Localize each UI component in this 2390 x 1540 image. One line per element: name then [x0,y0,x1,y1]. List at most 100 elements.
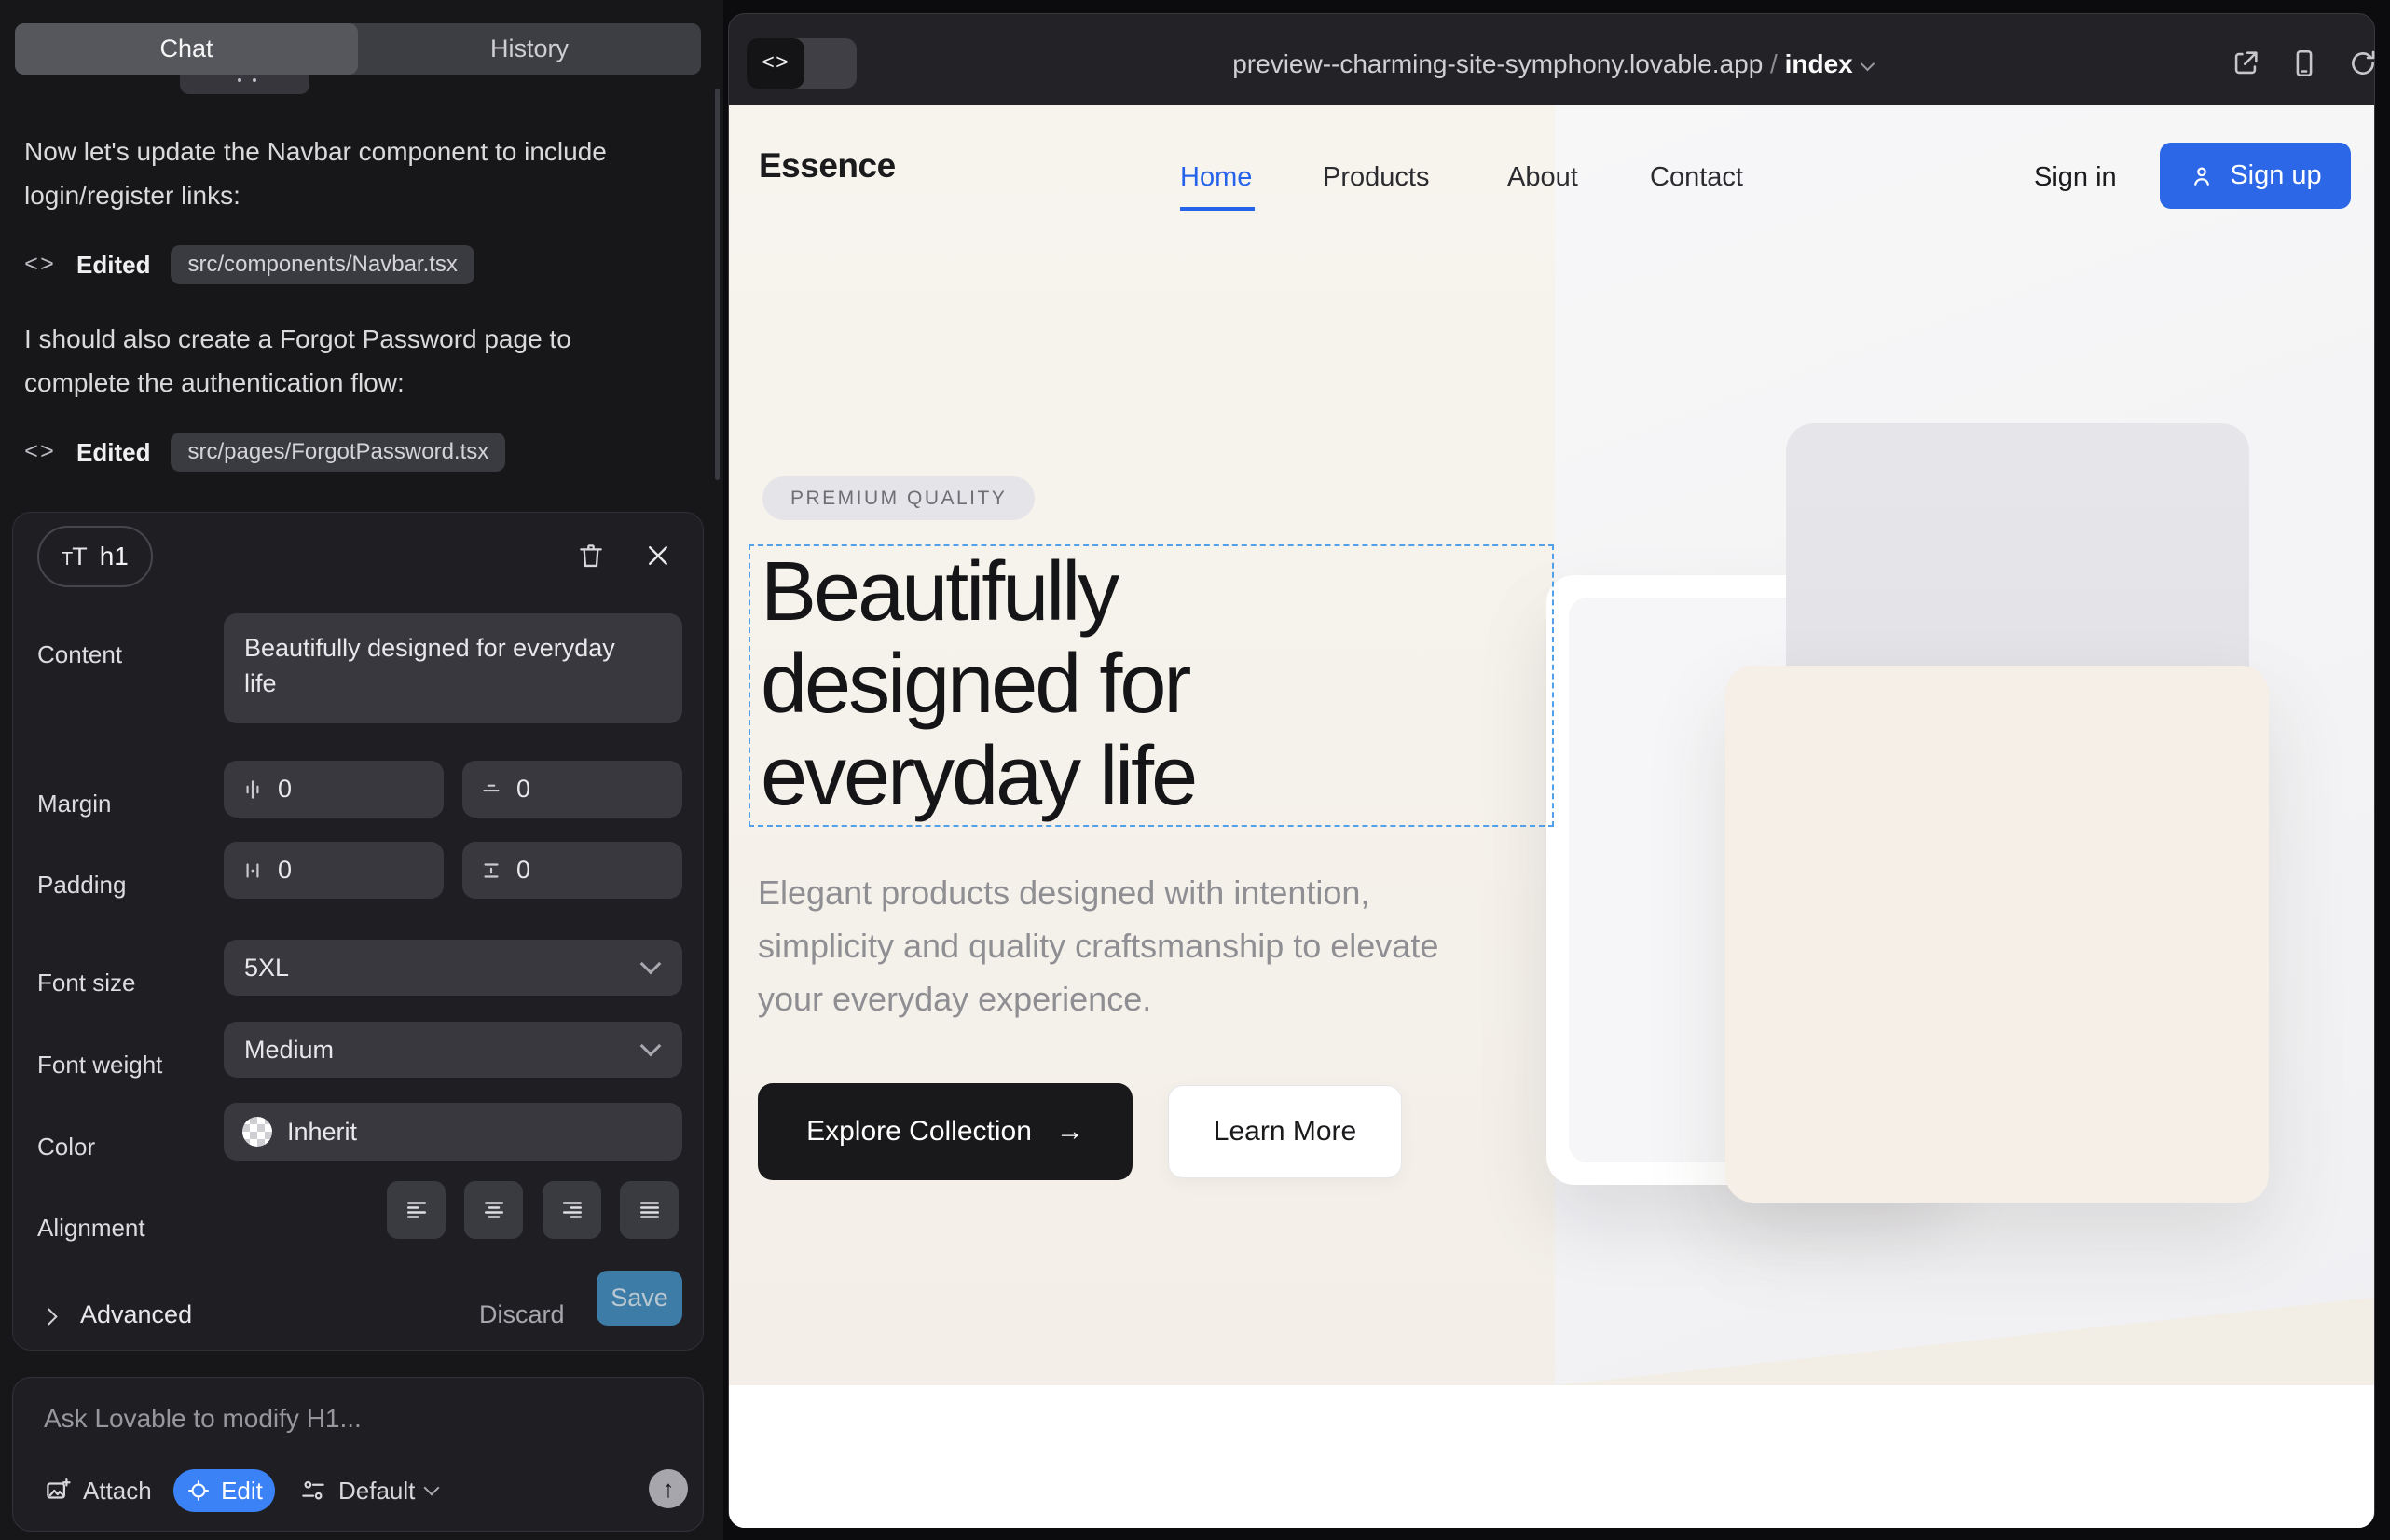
font-size-select[interactable]: 5XL [224,940,682,996]
hero-description: Elegant products designed with intention… [758,866,1485,1025]
site-brand[interactable]: Essence [759,146,896,186]
selected-element-tag: TT h1 [37,526,153,587]
edited-file-row[interactable]: <> Edited src/components/Navbar.tsx [24,244,474,285]
attach-label: Attach [83,1477,152,1506]
trash-icon [576,540,606,571]
align-left-icon [403,1196,431,1224]
decor-cream-card [1725,666,2269,1203]
refresh-icon [2347,48,2379,79]
sign-in-link[interactable]: Sign in [2034,162,2117,193]
external-link-icon [2230,48,2261,79]
tag-name: h1 [100,542,129,571]
arrow-up-icon: ↑ [663,1475,675,1504]
edit-mode-button[interactable]: Edit [173,1469,275,1512]
edited-file-row[interactable]: <> Edited src/pages/ForgotPassword.tsx [24,432,505,473]
mobile-preview-button[interactable] [2288,48,2320,79]
padding-y-icon [479,859,503,883]
clipped-chip [180,75,309,94]
explore-collection-button[interactable]: Explore Collection → [758,1083,1133,1180]
padding-x-input[interactable]: 0 [224,842,444,899]
advanced-toggle[interactable] [43,1311,55,1327]
edit-label: Edit [221,1477,263,1506]
refresh-button[interactable] [2347,48,2379,79]
site-viewport: Essence Home Products About Contact Sign… [729,105,2374,1528]
open-external-button[interactable] [2230,48,2261,79]
learn-more-button[interactable]: Learn More [1168,1085,1402,1178]
margin-y-input[interactable]: 0 [462,761,682,818]
code-icon: <> [24,252,56,279]
mode-selector[interactable]: Default [299,1469,437,1512]
edited-label: Edited [76,251,150,280]
align-left-button[interactable] [387,1181,446,1239]
h1-selection-outline[interactable]: Beautifully designed for everyday life [749,544,1554,827]
discard-button[interactable]: Discard [479,1300,565,1329]
url-host: preview--charming-site-symphony.lovable.… [1232,49,1763,78]
edited-label: Edited [76,438,150,467]
padding-y-input[interactable]: 0 [462,842,682,899]
url-bar[interactable]: preview--charming-site-symphony.lovable.… [729,49,2376,79]
url-separator: / [1763,49,1784,78]
align-center-button[interactable] [464,1181,523,1239]
file-chip[interactable]: src/pages/ForgotPassword.tsx [171,433,505,472]
chat-history-tabs: Chat History [15,23,701,75]
explore-collection-label: Explore Collection [806,1116,1032,1148]
sign-up-button[interactable]: Sign up [2160,143,2351,209]
save-button[interactable]: Save [597,1271,682,1326]
target-icon [185,1478,212,1504]
align-right-icon [558,1196,586,1224]
nav-link-home[interactable]: Home [1180,162,1252,193]
nav-link-about[interactable]: About [1507,162,1578,193]
send-button[interactable]: ↑ [649,1469,688,1508]
align-right-button[interactable] [543,1181,601,1239]
scrollbar-thumb[interactable] [715,89,720,480]
chevron-right-icon [40,1308,57,1325]
padding-x-icon [240,859,265,883]
close-panel-button[interactable] [639,537,677,574]
composer-input[interactable]: Ask Lovable to modify H1... [44,1404,362,1434]
element-editor-panel: TT h1 Content Beautif [12,512,704,1351]
nav-link-contact[interactable]: Contact [1650,162,1743,193]
type-icon: TT [62,543,87,571]
color-swatch [242,1117,272,1147]
attach-button[interactable]: Attach [44,1469,152,1512]
align-justify-button[interactable] [620,1181,679,1239]
file-chip[interactable]: src/components/Navbar.tsx [171,245,474,284]
mobile-device-icon [2288,48,2320,79]
content-input[interactable]: Beautifully designed for everyday life [224,613,682,723]
attach-image-icon [44,1477,72,1505]
url-page[interactable]: index [1785,49,1853,78]
lovable-sidebar: Chat History Now let's update the Navbar… [0,0,723,1540]
margin-y-icon [479,777,503,802]
user-icon [2189,163,2215,189]
hero-heading[interactable]: Beautifully designed for everyday life [761,546,1441,823]
margin-x-input[interactable]: 0 [224,761,444,818]
hero-badge: PREMIUM QUALITY [762,476,1035,520]
chat-composer: Ask Lovable to modify H1... Attach Edit [12,1377,704,1532]
font-weight-select[interactable]: Medium [224,1022,682,1078]
font-weight-label: Font weight [37,1051,162,1079]
code-icon: <> [24,439,56,466]
alignment-label: Alignment [37,1214,145,1243]
margin-x-icon [240,777,265,802]
chevron-down-icon [640,954,662,975]
tab-chat[interactable]: Chat [15,23,358,75]
nav-link-products[interactable]: Products [1323,162,1429,193]
assistant-message: I should also create a Forgot Password p… [24,317,621,405]
font-size-label: Font size [37,969,136,997]
delete-element-button[interactable] [572,537,610,574]
preview-browser-frame: <> preview--charming-site-symphony.lovab… [728,13,2375,1528]
color-select[interactable]: Inherit [224,1103,682,1161]
content-label: Content [37,640,122,669]
next-section-background [729,1385,2374,1528]
tab-history[interactable]: History [358,23,701,75]
app-root: Chat History Now let's update the Navbar… [0,0,2390,1540]
active-nav-underline [1180,207,1255,211]
align-center-icon [480,1196,508,1224]
close-icon [644,542,672,570]
chevron-down-icon [424,1480,440,1496]
sign-up-label: Sign up [2230,160,2321,191]
chevron-down-icon [1860,57,1875,72]
sliders-icon [299,1477,327,1505]
advanced-label[interactable]: Advanced [80,1300,192,1329]
color-label: Color [37,1133,95,1162]
